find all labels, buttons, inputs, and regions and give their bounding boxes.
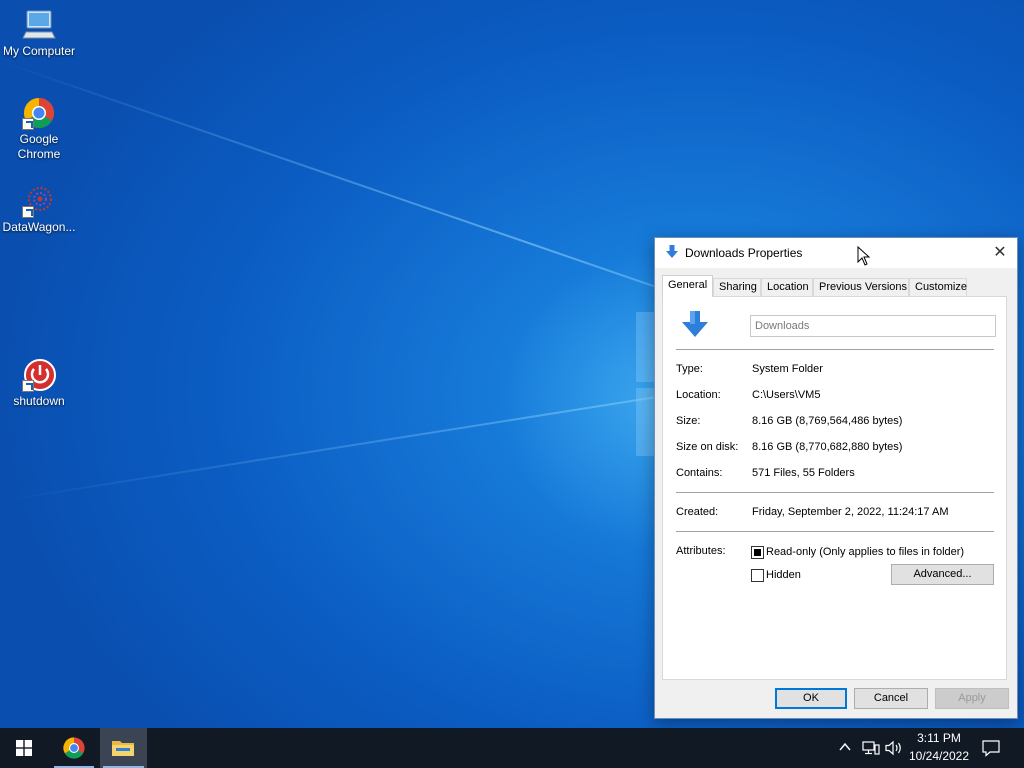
created-value: Friday, September 2, 2022, 11:24:17 AM: [752, 506, 949, 518]
dialog-title: Downloads Properties: [685, 246, 803, 260]
taskbar-clock-time[interactable]: 3:11 PM: [906, 731, 972, 745]
desktop-icon-label: shutdown: [13, 394, 65, 408]
separator: [676, 531, 994, 532]
shortcut-arrow-icon: [22, 206, 34, 218]
start-button[interactable]: [0, 728, 48, 768]
tab-customize[interactable]: Customize: [909, 278, 967, 296]
apply-button[interactable]: Apply: [935, 688, 1009, 709]
advanced-button[interactable]: Advanced...: [891, 564, 994, 585]
chevron-up-icon: [839, 742, 851, 751]
mouse-cursor-icon: [857, 245, 871, 271]
location-value: C:\Users\VM5: [752, 389, 821, 401]
separator: [676, 492, 994, 493]
wallpaper-window-pane: [636, 388, 654, 456]
type-label: Type:: [676, 363, 703, 375]
general-tab-panel: Downloads Type: System Folder Location: …: [662, 296, 1007, 680]
size-on-disk-label: Size on disk:: [676, 441, 739, 453]
network-icon[interactable]: [862, 740, 880, 761]
taskbar-clock-date[interactable]: 10/24/2022: [906, 749, 972, 763]
contains-value: 571 Files, 55 Folders: [752, 467, 855, 479]
download-folder-icon: [681, 310, 709, 343]
tab-sharing[interactable]: Sharing: [713, 278, 761, 296]
windows-logo-icon: [16, 740, 32, 756]
dialog-titlebar[interactable]: Downloads Properties ✕: [655, 238, 1017, 268]
hidden-checkbox[interactable]: [751, 569, 764, 582]
folder-icon: [112, 741, 134, 756]
contains-label: Contains:: [676, 467, 723, 479]
hidden-checkbox-label[interactable]: Hidden: [766, 569, 801, 581]
notification-icon: [982, 740, 1000, 757]
desktop-icon-google-chrome[interactable]: Google Chrome: [1, 96, 77, 162]
tab-previous-versions[interactable]: Previous Versions: [813, 278, 909, 296]
separator: [676, 349, 994, 350]
shortcut-arrow-icon: [22, 380, 34, 392]
taskbar-file-explorer-button[interactable]: [100, 728, 147, 768]
folder-name-input[interactable]: Downloads: [750, 315, 996, 337]
show-hidden-icons-button[interactable]: [838, 740, 852, 759]
downloads-properties-dialog: Downloads Properties ✕ General Sharing L…: [654, 237, 1018, 719]
size-label: Size:: [676, 415, 701, 427]
readonly-checkbox[interactable]: [751, 546, 764, 559]
desktop-icon-shutdown[interactable]: shutdown: [1, 358, 77, 409]
taskbar-chrome-button[interactable]: [51, 728, 97, 768]
download-arrow-icon: [665, 245, 679, 264]
tab-location[interactable]: Location: [761, 278, 813, 296]
desktop-icon-label: DataWagon...: [2, 220, 76, 234]
monitor-icon: [22, 8, 56, 42]
desktop-icon-label: Google Chrome: [17, 132, 61, 161]
wallpaper-window-pane: [636, 312, 654, 382]
attributes-label: Attributes:: [676, 545, 726, 557]
volume-icon[interactable]: [885, 740, 903, 761]
size-on-disk-value: 8.16 GB (8,770,682,880 bytes): [752, 441, 903, 453]
desktop-icon-my-computer[interactable]: My Computer: [1, 8, 77, 59]
ok-button[interactable]: OK: [775, 688, 847, 709]
taskbar: 3:11 PM 10/24/2022: [0, 728, 1024, 768]
datawagon-icon: [22, 184, 56, 218]
tab-general[interactable]: General: [662, 275, 713, 297]
size-value: 8.16 GB (8,769,564,486 bytes): [752, 415, 903, 427]
shutdown-icon: [22, 358, 56, 392]
close-button[interactable]: ✕: [983, 238, 1017, 268]
action-center-button[interactable]: [982, 739, 1000, 762]
created-label: Created:: [676, 506, 719, 518]
location-label: Location:: [676, 389, 721, 401]
cancel-button[interactable]: Cancel: [854, 688, 928, 709]
chrome-icon: [63, 737, 85, 759]
chrome-icon: [22, 96, 56, 130]
shortcut-arrow-icon: [22, 118, 34, 130]
desktop-icon-label: My Computer: [2, 44, 76, 58]
readonly-checkbox-label[interactable]: Read-only (Only applies to files in fold…: [766, 546, 964, 558]
desktop-icon-datawagon[interactable]: DataWagon...: [1, 184, 77, 235]
type-value: System Folder: [752, 363, 823, 375]
